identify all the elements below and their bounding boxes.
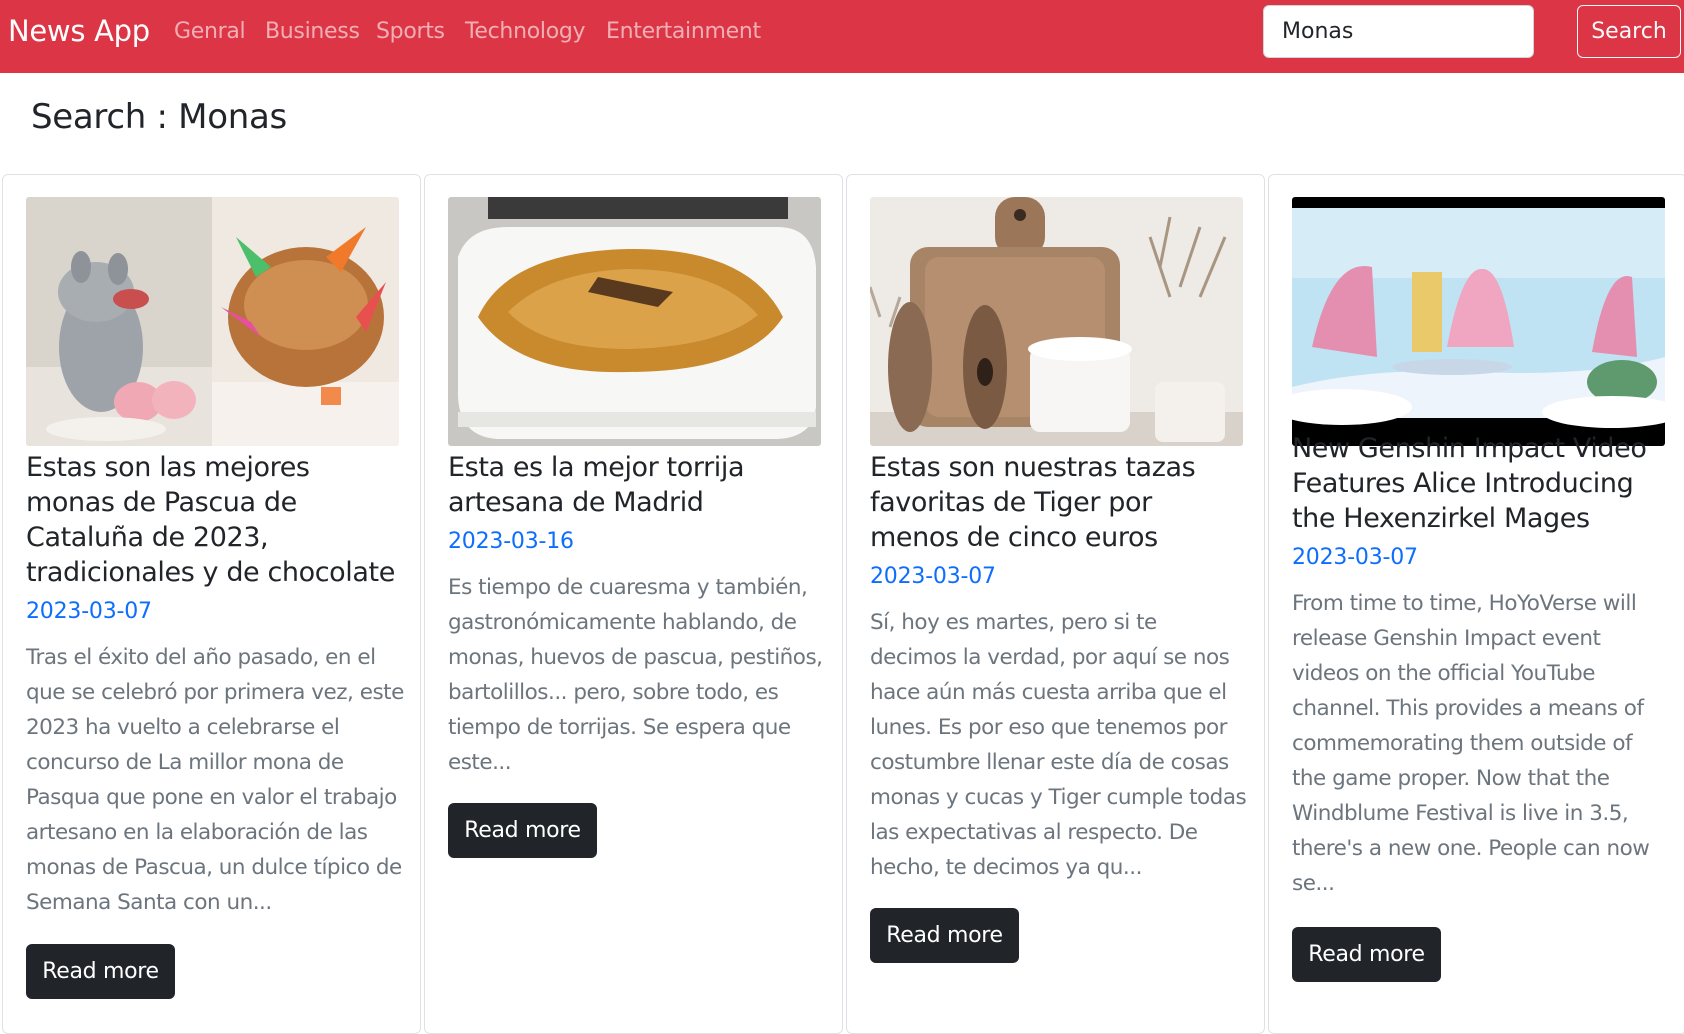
article-description: Es tiempo de cuaresma y también, gastron…	[448, 575, 823, 775]
article-description: From time to time, HoYoVerse will releas…	[1292, 591, 1650, 896]
read-more-button[interactable]: Read more	[870, 908, 1019, 963]
read-more-button[interactable]: Read more	[448, 803, 597, 858]
article-image	[448, 197, 821, 446]
page-title: Search : Monas	[31, 97, 287, 137]
article-image	[26, 197, 399, 446]
news-card: Esta es la mejor torrija artesana de Mad…	[424, 174, 843, 1034]
brand-logo[interactable]: News App	[8, 14, 150, 48]
read-more-button[interactable]: Read more	[1292, 927, 1441, 982]
article-title: Estas son nuestras tazas favoritas de Ti…	[870, 452, 1196, 553]
nav-link-general[interactable]: Genral	[174, 19, 246, 44]
article-date: 2023-03-07	[26, 599, 152, 624]
read-more-button[interactable]: Read more	[26, 944, 175, 999]
nav-link-business[interactable]: Business	[265, 19, 360, 44]
news-card: Estas son las mejores monas de Pascua de…	[2, 174, 421, 1034]
article-image	[1292, 197, 1665, 446]
article-description: Tras el éxito del año pasado, en el que …	[26, 645, 404, 915]
article-description: Sí, hoy es martes, pero si te decimos la…	[870, 610, 1247, 880]
news-card: New Genshin Impact Video Features Alice …	[1268, 174, 1684, 1034]
article-date: 2023-03-16	[448, 529, 574, 554]
article-title: Estas son las mejores monas de Pascua de…	[26, 452, 395, 588]
search-input[interactable]	[1263, 5, 1534, 58]
search-button[interactable]: Search	[1577, 5, 1681, 58]
nav-link-technology[interactable]: Technology	[465, 19, 586, 44]
article-image	[870, 197, 1243, 446]
news-card: Estas son nuestras tazas favoritas de Ti…	[846, 174, 1265, 1034]
nav-link-entertainment[interactable]: Entertainment	[606, 19, 761, 44]
article-date: 2023-03-07	[870, 564, 996, 589]
article-title: New Genshin Impact Video Features Alice …	[1292, 433, 1647, 534]
article-title: Esta es la mejor torrija artesana de Mad…	[448, 452, 745, 518]
navbar: News App Genral Business Sports Technolo…	[0, 0, 1684, 73]
nav-link-sports[interactable]: Sports	[376, 19, 445, 44]
article-date: 2023-03-07	[1292, 545, 1418, 570]
